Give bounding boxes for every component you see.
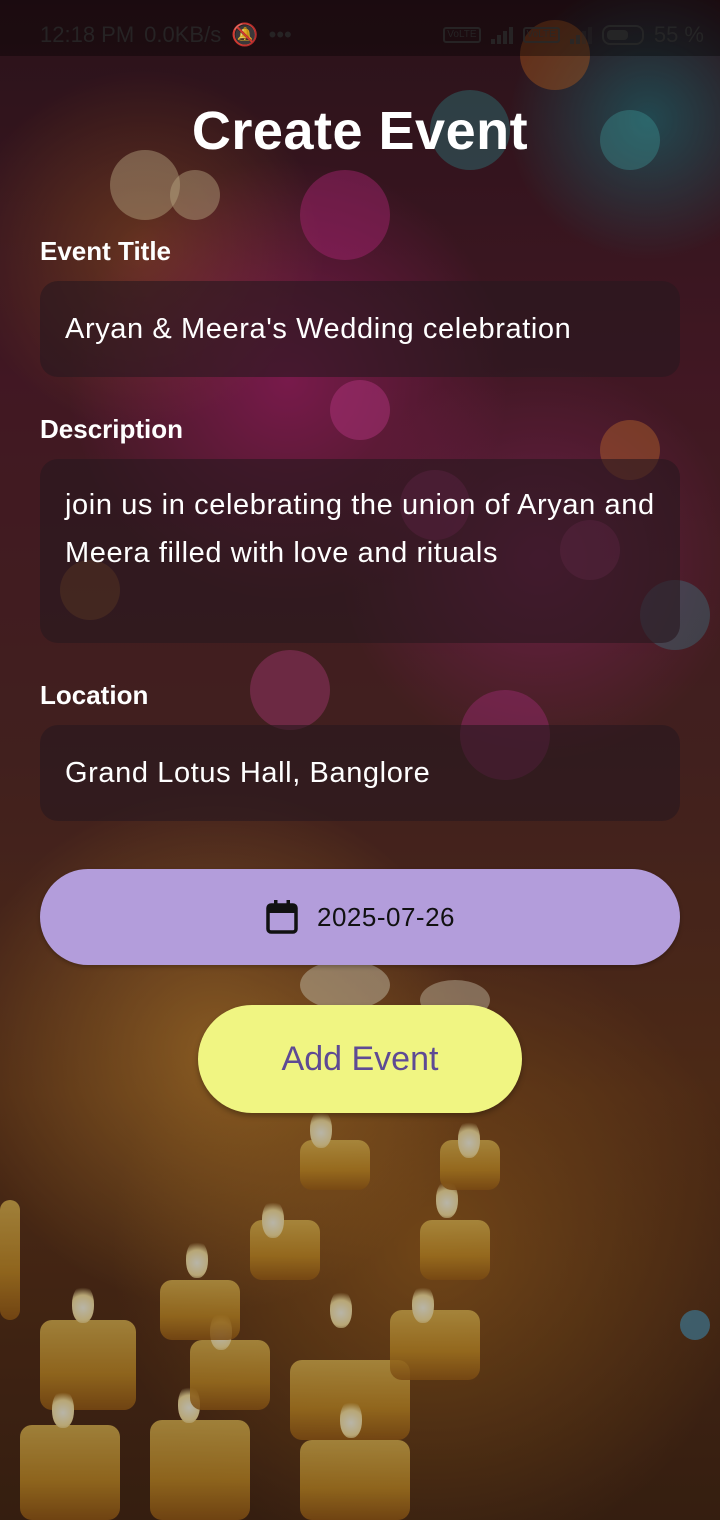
event-title-input[interactable]: Aryan & Meera's Wedding celebration xyxy=(40,281,680,377)
status-bar: 12:18 PM 0.0KB/s 🔕 ••• VoLTE VoLTE 55 % xyxy=(0,0,720,56)
battery-level: 55 % xyxy=(653,22,704,47)
screen: 12:18 PM 0.0KB/s 🔕 ••• VoLTE VoLTE 55 % … xyxy=(0,0,720,1520)
description-input[interactable]: join us in celebrating the union of Arya… xyxy=(40,459,680,643)
bell-off-icon: 🔕 xyxy=(231,22,259,47)
event-title-label: Event Title xyxy=(40,236,172,266)
calendar-icon xyxy=(265,899,299,935)
status-network-speed: 0.0KB/s xyxy=(144,22,222,47)
description-label: Description xyxy=(40,414,184,444)
volte-icon-2: VoLTE xyxy=(522,27,560,43)
location-input[interactable]: Grand Lotus Hall, Banglore xyxy=(40,725,680,821)
location-label: Location xyxy=(40,680,149,710)
add-event-button[interactable]: Add Event xyxy=(198,1005,522,1113)
date-picker-button[interactable]: 2025-07-26 xyxy=(40,869,680,965)
battery-icon xyxy=(601,25,644,45)
page-title: Create Event xyxy=(191,101,529,161)
more-notifications-icon: ••• xyxy=(268,22,292,47)
selected-date: 2025-07-26 xyxy=(317,901,455,932)
signal-icon-1 xyxy=(490,26,513,44)
status-left: 12:18 PM 0.0KB/s 🔕 ••• xyxy=(40,22,292,48)
signal-icon-2 xyxy=(569,26,592,44)
volte-icon: VoLTE xyxy=(443,27,481,43)
status-right: VoLTE VoLTE 55 % xyxy=(443,22,704,48)
status-time: 12:18 PM xyxy=(40,22,135,47)
